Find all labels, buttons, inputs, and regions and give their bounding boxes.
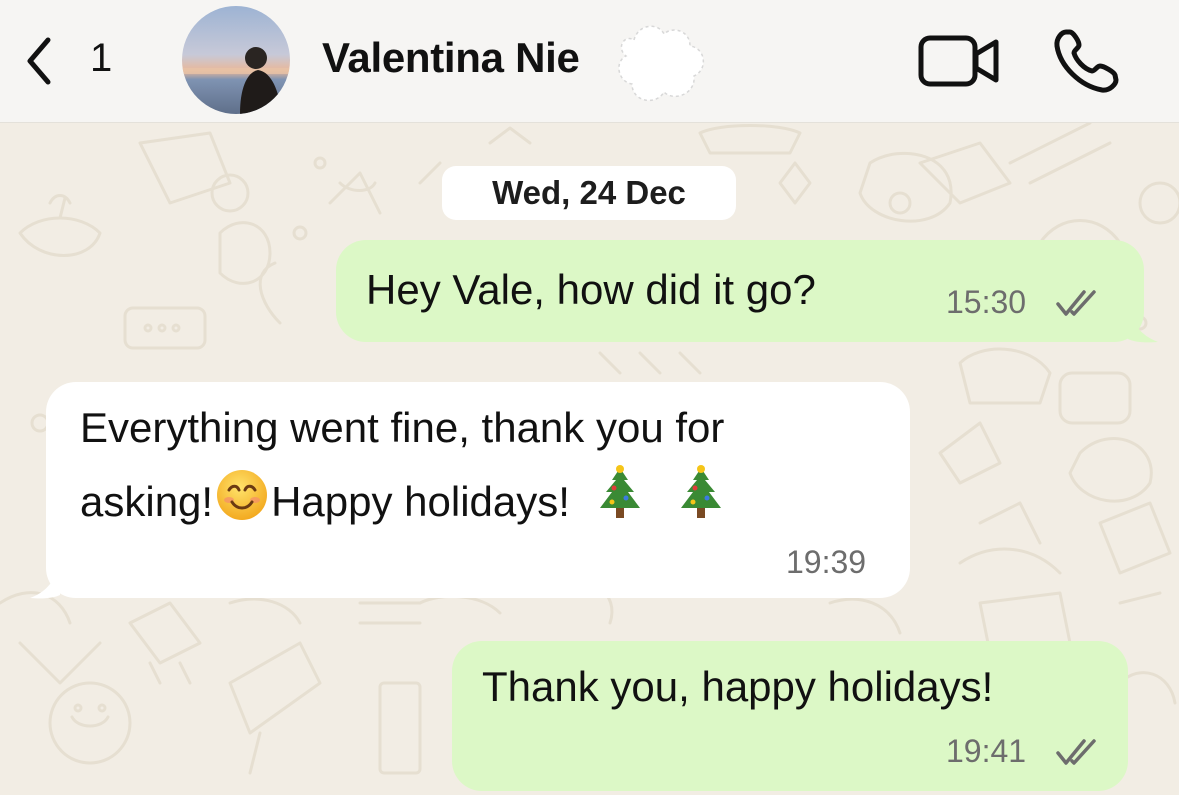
date-separator: Wed, 24 Dec: [442, 166, 736, 220]
contact-photo: [182, 6, 290, 114]
christmas-tree-emoji: [599, 465, 640, 518]
chevron-left-icon: [27, 37, 51, 85]
redaction-cloud: [618, 25, 704, 102]
message-bubble-outgoing[interactable]: Hey Vale, how did it go? 15:30: [336, 240, 1144, 342]
back-button[interactable]: 1: [24, 28, 134, 92]
bubble-tail: [30, 565, 60, 599]
avatar[interactable]: [182, 6, 290, 114]
message-bubble-outgoing[interactable]: Thank you, happy holidays! 19:41: [452, 641, 1128, 791]
message-text: asking!: [80, 478, 214, 525]
smiling-face-emoji: [217, 470, 268, 520]
message-time: 19:39: [786, 544, 867, 580]
message-text-line-1: Everything went fine, thank you for: [80, 404, 725, 451]
phone-icon: [1054, 29, 1119, 93]
double-check-icon: [1056, 290, 1096, 316]
unread-count: 1: [90, 36, 113, 80]
message-text: Thank you, happy holidays!: [482, 663, 994, 710]
message-text: Happy holidays!: [271, 478, 570, 525]
bubble-tail: [1128, 309, 1158, 343]
message-bubble-incoming[interactable]: Everything went fine, thank you for aski…: [46, 382, 910, 598]
double-check-icon: [1056, 739, 1096, 765]
video-call-button[interactable]: [918, 34, 1000, 93]
message-text-line-2: asking! Happy holidays!: [80, 464, 727, 534]
video-camera-icon: [918, 35, 999, 87]
message-text: Hey Vale, how did it go?: [366, 266, 816, 313]
voice-call-button[interactable]: [1052, 28, 1124, 99]
message-time: 19:41: [946, 733, 1027, 769]
christmas-tree-emoji: [681, 465, 722, 518]
contact-name[interactable]: Valentina Nie: [322, 34, 580, 82]
chat-header: 1 Valentina Nie: [0, 0, 1179, 123]
message-time: 15:30: [946, 284, 1027, 320]
chat-area[interactable]: Wed, 24 Dec Hey Vale, how did it go? 15:…: [0, 123, 1179, 795]
